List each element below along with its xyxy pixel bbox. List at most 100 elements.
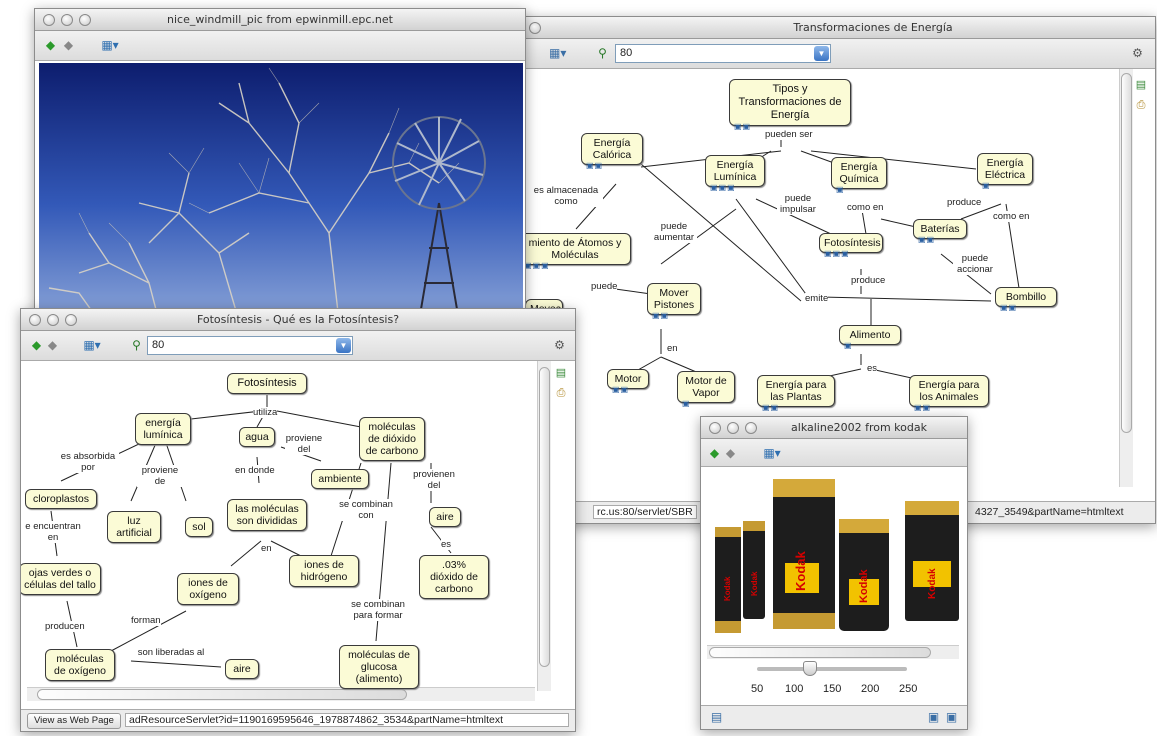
view-as-web-page-button[interactable]: View as Web Page (27, 713, 121, 729)
node-motor[interactable]: Motor ▣▣ (607, 369, 649, 394)
zoom-slider-thumb[interactable] (803, 661, 817, 676)
window-title: Fotosíntesis - Qué es la Fotosíntesis? (196, 313, 400, 326)
notes-icon[interactable]: ▤ (1135, 79, 1147, 91)
view-menu-icon[interactable]: ▦▾ (759, 446, 785, 460)
node-quimica[interactable]: Energía Química ▣ (831, 157, 887, 194)
fnode-aire1[interactable]: aire (429, 507, 461, 527)
fnode-glucosa[interactable]: moléculas de glucosa (alimento) (339, 645, 419, 689)
fotosintesis-titlebar[interactable]: Fotosíntesis - Qué es la Fotosíntesis? (21, 309, 575, 331)
zoom-slider-track[interactable] (757, 661, 907, 676)
chevron-down-icon[interactable]: ▼ (814, 46, 829, 61)
node-mover[interactable]: Mover Pistones ▣▣ (647, 283, 701, 320)
node-plantas[interactable]: Energía para las Plantas ▣▣ (757, 375, 835, 412)
flink-proviene-del: proviene del (285, 433, 323, 455)
link-aumentar: puede aumentar (651, 221, 697, 243)
fnode-hojas[interactable]: ojas verdes o células del tallo (21, 563, 101, 595)
fnode-moleculas-oxigeno[interactable]: moléculas de oxígeno (45, 649, 115, 681)
resource-icons[interactable]: ▣▣ (734, 122, 751, 131)
resource-icons[interactable]: ▣ (836, 185, 845, 194)
vertical-scrollbar[interactable] (1119, 69, 1133, 487)
scroll-thumb[interactable] (709, 647, 931, 658)
kodak-toolbar: ◆ ◆ ▦▾ (701, 439, 967, 467)
back-icon[interactable]: ◆ (29, 338, 44, 352)
status-url-tail: 4327_3549&partName=htmltext (975, 506, 1124, 518)
print-icon[interactable]: ⎙ (1135, 99, 1147, 111)
zoom-select[interactable]: 80 ▼ (147, 336, 353, 355)
resource-icons[interactable]: ▣▣ (612, 385, 629, 394)
node-atomos[interactable]: miento de Átomos y Moléculas ▣▣▣ (521, 233, 631, 270)
fnode-aire2[interactable]: aire (225, 659, 259, 679)
resource-icons[interactable]: ▣▣ (914, 403, 931, 412)
node-motor-vapor[interactable]: Motor de Vapor ▣ (677, 371, 735, 408)
link-almacenada: es almacenada como (529, 185, 603, 207)
resource-icons[interactable]: ▣▣ (586, 161, 603, 170)
fnode-moleculas-dioxido[interactable]: moléculas de dióxido de carbono (359, 417, 425, 461)
resource-icons[interactable]: ▣▣ (652, 311, 669, 320)
kodak-titlebar[interactable]: alkaline2002 from kodak (701, 417, 967, 439)
view-menu-icon[interactable]: ▦▾ (97, 38, 123, 52)
tools-icon[interactable]: ⚙ (1130, 46, 1145, 60)
zoom-icon[interactable]: ⚲ (595, 46, 610, 60)
windmill-titlebar[interactable]: nice_windmill_pic from epwinmill.epc.net (35, 9, 525, 31)
save-icon[interactable]: ▣ (926, 710, 941, 724)
zoom-tick: 100 (785, 683, 804, 695)
node-tipos[interactable]: Tipos y Transformaciones de Energía ▣▣ (729, 79, 851, 131)
resource-icons[interactable]: ▣▣ (918, 235, 935, 244)
forward-icon[interactable]: ◆ (61, 38, 76, 52)
fnode-iones-hidrogeno[interactable]: iones de hidrógeno (289, 555, 359, 587)
zoom-icon[interactable]: ⚲ (129, 338, 144, 352)
fnode-cloroplastos[interactable]: cloroplastos (25, 489, 97, 509)
batteries-photo: Kodak Kodak Kodak Kodak Kodak (707, 471, 963, 641)
zoom-tick: 250 (899, 683, 918, 695)
node-fotosintesis[interactable]: Fotosíntesis ▣▣▣ (819, 233, 883, 258)
forward-icon[interactable]: ◆ (723, 446, 738, 460)
fnode-fotosintesis[interactable]: Fotosíntesis (227, 373, 307, 394)
window-title: Transformaciones de Energía (793, 21, 953, 34)
scroll-thumb[interactable] (1121, 73, 1132, 433)
resource-icons[interactable]: ▣▣ (1000, 303, 1017, 312)
flink-absorbida: es absorbida por (57, 451, 119, 473)
fnode-iones-oxigeno[interactable]: iones de oxígeno (177, 573, 239, 605)
resource-icons[interactable]: ▣ (682, 399, 691, 408)
link-puede: puede (591, 281, 618, 292)
status-url: adResourceServlet?id=1190169595646_19788… (125, 713, 569, 727)
view-menu-icon[interactable]: ▦▾ (79, 338, 105, 352)
node-luminica[interactable]: Energía Lumínica ▣▣▣ (705, 155, 765, 192)
resource-icons[interactable]: ▣▣ (762, 403, 779, 412)
node-baterias[interactable]: Baterías ▣▣ (913, 219, 967, 244)
fnode-divididas[interactable]: las moléculas son divididas (227, 499, 307, 531)
resource-icons[interactable]: ▣▣▣ (710, 183, 736, 192)
fnode-dioxido03[interactable]: .03% dióxido de carbono (419, 555, 489, 599)
fnode-sol[interactable]: sol (185, 517, 213, 537)
image-info-icon[interactable]: ▤ (709, 710, 724, 724)
node-alimento[interactable]: Alimento ▣ (839, 325, 901, 350)
horizontal-scrollbar[interactable] (707, 645, 959, 659)
back-icon[interactable]: ◆ (43, 38, 58, 52)
zoom-select[interactable]: 80 ▼ (615, 44, 831, 63)
back-icon[interactable]: ◆ (707, 446, 722, 460)
fotosintesis-statusbar: View as Web Page adResourceServlet?id=11… (21, 709, 575, 731)
print-icon[interactable]: ▣ (944, 710, 959, 724)
windmill-toolbar: ◆ ◆ ▦▾ (35, 31, 525, 61)
forward-icon[interactable]: ◆ (45, 338, 60, 352)
brand-label: Kodak (858, 569, 870, 604)
node-bombillo[interactable]: Bombillo ▣▣ (995, 287, 1057, 312)
resource-icons[interactable]: ▣▣▣ (824, 249, 850, 258)
fnode-luz[interactable]: luz artificial (107, 511, 161, 543)
fnode-ambiente[interactable]: ambiente (311, 469, 369, 489)
node-electrica[interactable]: Energía Eléctrica ▣ (977, 153, 1033, 190)
view-menu-icon[interactable]: ▦▾ (549, 46, 566, 60)
print-icon[interactable]: ⎙ (555, 387, 567, 399)
tools-icon[interactable]: ⚙ (552, 338, 567, 352)
node-animales[interactable]: Energía para los Animales ▣▣ (909, 375, 989, 412)
notes-icon[interactable]: ▤ (555, 367, 567, 379)
fnode-energia-luminica[interactable]: energía lumínica (135, 413, 191, 445)
chevron-down-icon[interactable]: ▼ (336, 338, 351, 353)
energia-titlebar[interactable]: Transformaciones de Energía (521, 17, 1155, 39)
fnode-agua[interactable]: agua (239, 427, 275, 447)
resource-icons[interactable]: ▣ (844, 341, 853, 350)
node-calorica[interactable]: Energía Calórica ▣▣ (581, 133, 643, 170)
flink-se-combinan-para: se combinan para formar (343, 599, 413, 621)
resource-icons[interactable]: ▣ (982, 181, 991, 190)
resource-icons[interactable]: ▣▣▣ (524, 261, 550, 270)
